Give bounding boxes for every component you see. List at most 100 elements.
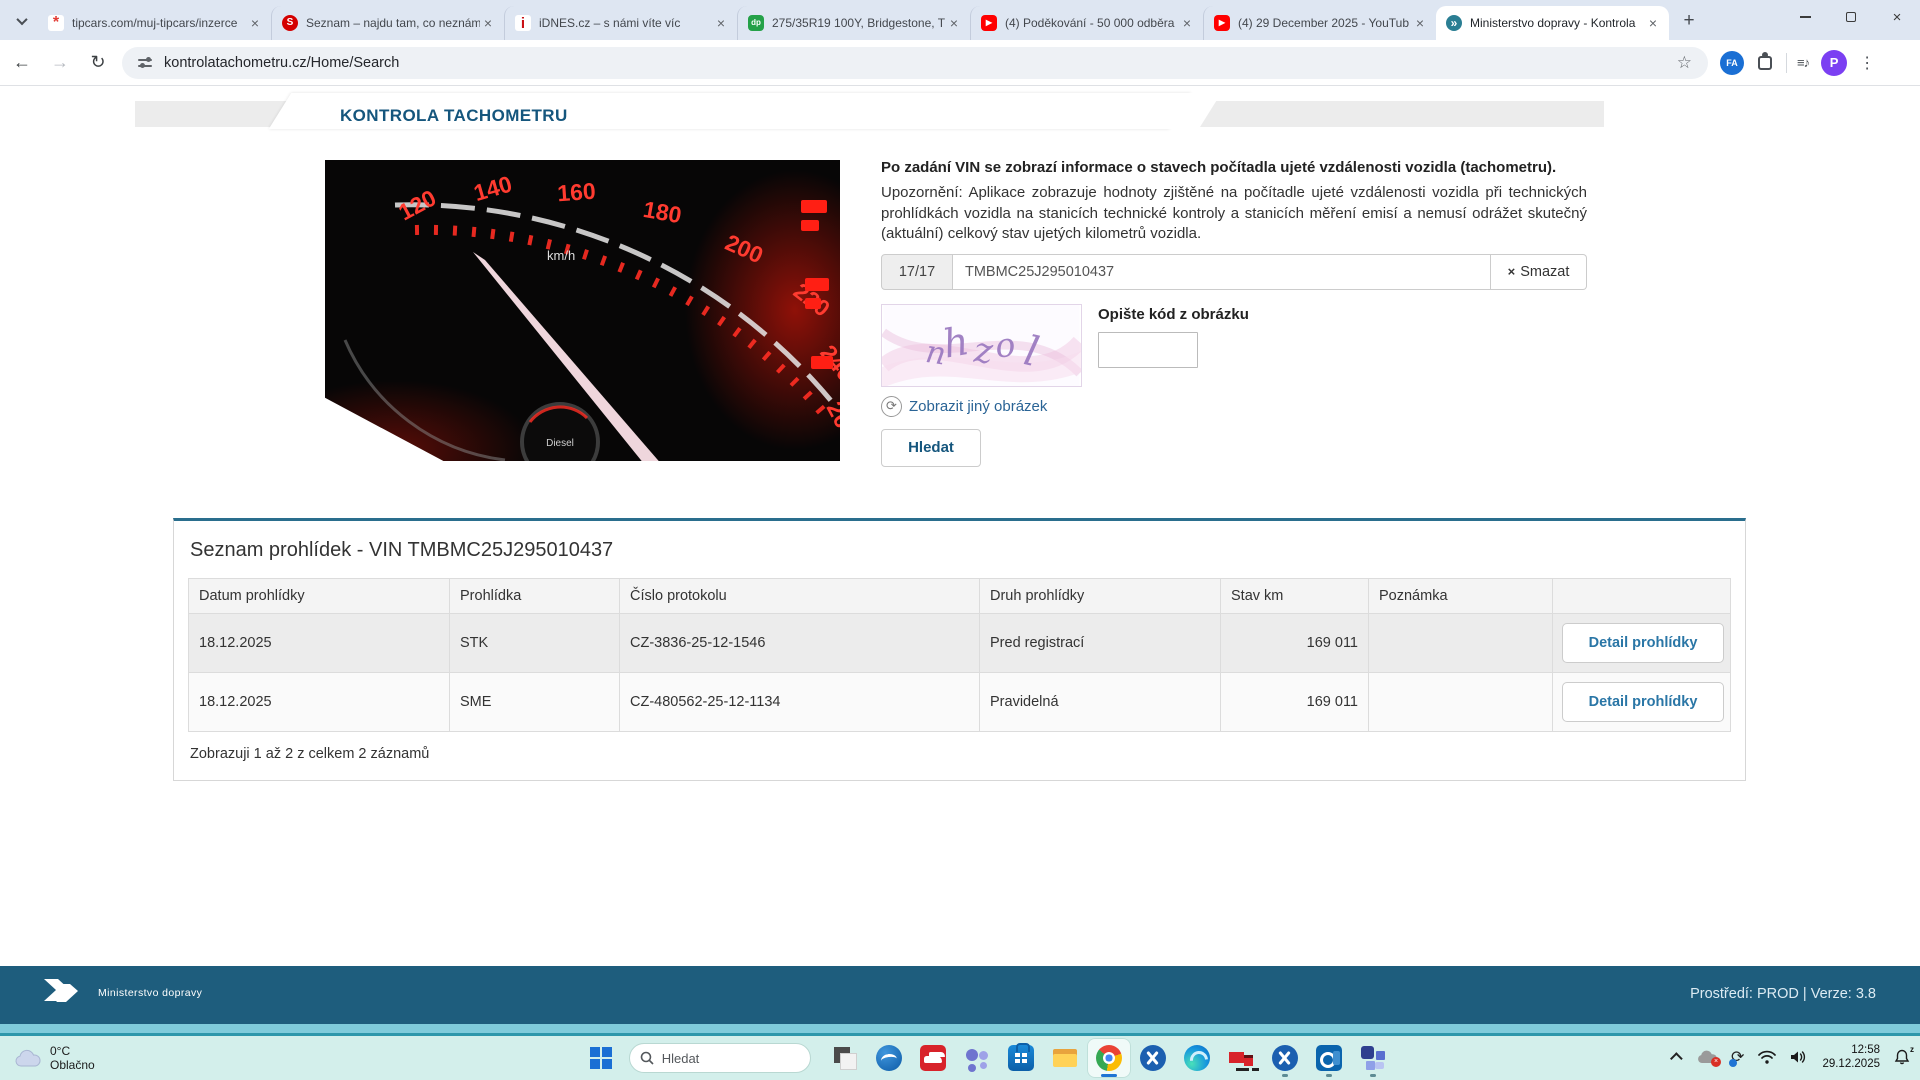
- search-submit-button[interactable]: Hledat: [881, 429, 981, 467]
- taskbar-clock[interactable]: 12:58 29.12.2025: [1822, 1043, 1880, 1071]
- media-controls-icon[interactable]: ≡♪: [1797, 55, 1809, 70]
- window-minimize-button[interactable]: [1782, 0, 1828, 34]
- page-title: KONTROLA TACHOMETRU: [340, 106, 568, 126]
- forward-button[interactable]: →: [44, 47, 76, 79]
- taskbar-search-box[interactable]: Hledat: [629, 1043, 811, 1073]
- captcha-section: n h z o l Opište kód z obrázku: [881, 304, 1587, 387]
- tab-search-button[interactable]: [8, 7, 36, 35]
- tab-favicon: S: [282, 15, 298, 31]
- intro-warning-text: Upozornění: Aplikace zobrazuje hodnoty z…: [881, 183, 1587, 245]
- tab-close-icon[interactable]: ×: [247, 15, 263, 31]
- cell-date: 18.12.2025: [189, 673, 450, 732]
- pinwheel-app-icon-2[interactable]: [1263, 1038, 1307, 1078]
- environment-version-text: Prostředí: PROD | Verze: 3.8: [1690, 986, 1876, 1002]
- maximize-icon: [1846, 12, 1856, 22]
- fa-extension-icon[interactable]: FA: [1720, 51, 1744, 75]
- inspections-table: Datum prohlídkyProhlídkaČíslo protokoluD…: [188, 578, 1731, 732]
- browser-tab-strip: * tipcars.com/muj-tipcars/inzerce × S Se…: [0, 0, 1920, 40]
- desktop-app-icon[interactable]: [823, 1038, 867, 1078]
- extensions-puzzle-icon[interactable]: [1754, 52, 1776, 74]
- browser-menu-icon[interactable]: ⋮: [1859, 53, 1875, 73]
- bookmark-star-icon[interactable]: ☆: [1677, 53, 1692, 73]
- browser-tab[interactable]: S Seznam – najdu tam, co neznám ×: [271, 6, 504, 40]
- search-form: Po zadání VIN se zobrazí informace o sta…: [881, 159, 1587, 467]
- tab-close-icon[interactable]: ×: [1179, 15, 1195, 31]
- web-page: KONTROLA TACHOMETRU 120 140 160 180 200: [0, 87, 1920, 966]
- tab-favicon: i: [515, 15, 531, 31]
- tab-close-icon[interactable]: ×: [1645, 15, 1661, 31]
- puzzle-blocks-app-icon[interactable]: [1351, 1038, 1395, 1078]
- detail-button[interactable]: Detail prohlídky: [1562, 623, 1724, 663]
- captcha-input[interactable]: [1098, 332, 1198, 368]
- system-tray: × ⟳ 12:58 29.12.2025: [1674, 1033, 1920, 1080]
- url-text[interactable]: kontrolatachometru.cz/Home/Search: [164, 55, 1677, 71]
- chevron-down-icon: [16, 14, 27, 25]
- pixel-truck-app-icon[interactable]: [1219, 1038, 1263, 1078]
- table-header-row: Datum prohlídkyProhlídkaČíslo protokoluD…: [189, 579, 1731, 614]
- tab-favicon: dp: [748, 15, 764, 31]
- browser-tab[interactable]: ▶ (4) 29 December 2025 - YouTub ×: [1203, 6, 1436, 40]
- window-maximize-button[interactable]: [1828, 0, 1874, 34]
- column-header: [1553, 579, 1731, 614]
- minimize-icon: [1800, 16, 1811, 18]
- tipcars-app-icon[interactable]: [911, 1038, 955, 1078]
- wifi-icon[interactable]: [1758, 1050, 1776, 1064]
- tab-close-icon[interactable]: ×: [713, 15, 729, 31]
- start-button[interactable]: [583, 1040, 619, 1076]
- intro-bold-text: Po zadání VIN se zobrazí informace o sta…: [881, 159, 1587, 177]
- pinwheel-app-icon[interactable]: [1131, 1038, 1175, 1078]
- clear-label: Smazat: [1520, 264, 1569, 280]
- browser-tab[interactable]: » Ministerstvo dopravy - Kontrola ×: [1436, 6, 1669, 40]
- volume-icon[interactable]: [1790, 1050, 1808, 1064]
- refresh-captcha-link[interactable]: Zobrazit jiný obrázek: [909, 398, 1047, 415]
- tab-favicon: ▶: [981, 15, 997, 31]
- tab-close-icon[interactable]: ×: [480, 15, 496, 31]
- chrome-icon[interactable]: [1087, 1038, 1131, 1078]
- taskbar-weather-widget[interactable]: 0°COblačno: [14, 1044, 95, 1072]
- tab-strip-tabs: * tipcars.com/muj-tipcars/inzerce × S Se…: [38, 6, 1669, 40]
- teams-icon[interactable]: [955, 1038, 999, 1078]
- browser-tab[interactable]: i iDNES.cz – s námi víte víc ×: [504, 6, 737, 40]
- refresh-captcha-icon[interactable]: ⟳: [881, 396, 902, 417]
- browser-tab[interactable]: * tipcars.com/muj-tipcars/inzerce ×: [38, 6, 271, 40]
- update-dot: [1729, 1059, 1737, 1067]
- column-header: Druh prohlídky: [980, 579, 1221, 614]
- cell-km-state: 169 011: [1221, 614, 1369, 673]
- table-row: 18.12.2025 STK CZ-3836-25-12-1546 Pred r…: [189, 614, 1731, 673]
- browser-tab[interactable]: ▶ (4) Poděkování - 50 000 odběra ×: [970, 6, 1203, 40]
- cell-km-state: 169 011: [1221, 673, 1369, 732]
- notification-bell-icon[interactable]: z: [1894, 1049, 1910, 1065]
- openoffice-icon[interactable]: [867, 1038, 911, 1078]
- taskbar-apps: [823, 1038, 1395, 1078]
- vin-clear-button[interactable]: ×Smazat: [1491, 254, 1587, 290]
- weather-desc: Oblačno: [50, 1058, 95, 1072]
- onedrive-status-icon[interactable]: ×: [1697, 1050, 1717, 1064]
- speedo-unit-label: km/h: [547, 248, 575, 263]
- site-settings-icon[interactable]: [138, 57, 154, 69]
- tab-close-icon[interactable]: ×: [1412, 15, 1428, 31]
- screen: * tipcars.com/muj-tipcars/inzerce × S Se…: [0, 0, 1920, 1080]
- vin-input[interactable]: [953, 254, 1491, 290]
- window-close-button[interactable]: ×: [1874, 0, 1920, 34]
- cell-inspection-type: STK: [450, 614, 620, 673]
- detail-button[interactable]: Detail prohlídky: [1562, 682, 1724, 722]
- outlook-icon[interactable]: [1307, 1038, 1351, 1078]
- reload-button[interactable]: ↻: [82, 47, 114, 79]
- back-button[interactable]: ←: [6, 47, 38, 79]
- browser-navbar: ← → ↻ kontrolatachometru.cz/Home/Search …: [0, 40, 1920, 86]
- profile-avatar[interactable]: P: [1821, 50, 1847, 76]
- search-icon: [640, 1051, 654, 1065]
- new-tab-button[interactable]: +: [1675, 7, 1703, 35]
- clock-time: 12:58: [1822, 1043, 1880, 1057]
- vin-char-counter: 17/17: [881, 254, 953, 290]
- update-sync-icon[interactable]: ⟳: [1731, 1047, 1744, 1067]
- edge-icon[interactable]: [1175, 1038, 1219, 1078]
- microsoft-store-icon[interactable]: [999, 1038, 1043, 1078]
- file-explorer-icon[interactable]: [1043, 1038, 1087, 1078]
- speedometer-image: 120 140 160 180 200 220 240 260 km/h Die…: [325, 160, 840, 461]
- tab-close-icon[interactable]: ×: [946, 15, 962, 31]
- footer-logo-text: Ministerstvo dopravy: [98, 987, 202, 999]
- vin-input-group: 17/17 ×Smazat: [881, 254, 1587, 290]
- browser-tab[interactable]: dp 275/35R19 100Y, Bridgestone, T ×: [737, 6, 970, 40]
- address-bar[interactable]: kontrolatachometru.cz/Home/Search ☆: [122, 47, 1708, 79]
